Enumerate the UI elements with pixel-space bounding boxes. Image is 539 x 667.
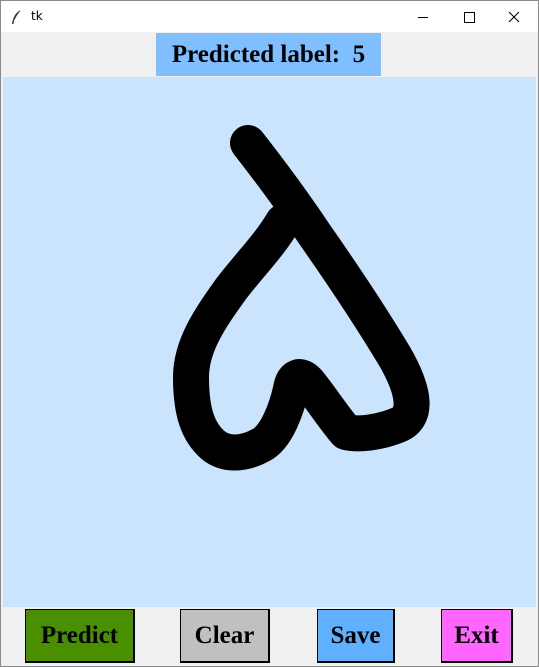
close-icon: [508, 11, 520, 23]
window-title: tk: [31, 9, 43, 23]
predicted-label: Predicted label: 5: [156, 33, 381, 76]
title-bar[interactable]: tk: [1, 1, 538, 32]
exit-button[interactable]: Exit: [441, 609, 513, 663]
feather-icon: [10, 9, 24, 25]
predict-button[interactable]: Predict: [25, 609, 135, 663]
digit-strokes: [173, 125, 430, 471]
maximize-icon: [464, 12, 475, 23]
save-button[interactable]: Save: [317, 609, 395, 663]
minimize-icon: [418, 17, 428, 18]
digit-stroke: [173, 125, 430, 471]
maximize-button[interactable]: [446, 1, 492, 32]
drawing-canvas[interactable]: [3, 77, 536, 607]
clear-button[interactable]: Clear: [180, 609, 270, 663]
app-window: tk Predicted label: 5 Predict Clear Save…: [0, 0, 539, 667]
close-button[interactable]: [492, 1, 538, 32]
minimize-button[interactable]: [400, 1, 446, 32]
